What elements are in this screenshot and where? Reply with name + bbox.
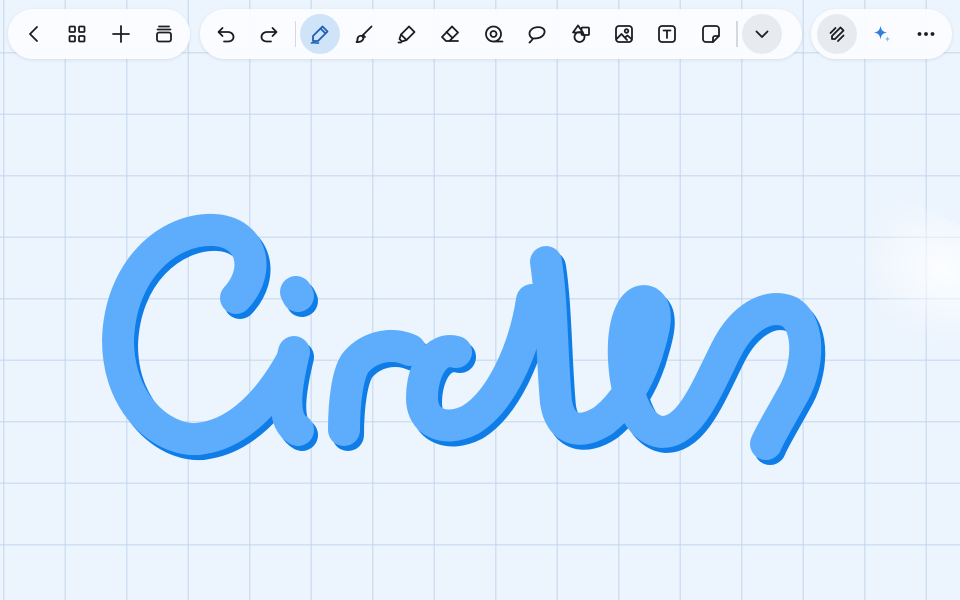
brush-tool-button[interactable]: [344, 14, 384, 54]
pen-settings-button[interactable]: [817, 14, 857, 54]
redo-icon: [260, 27, 278, 43]
image-tool-button[interactable]: [604, 14, 644, 54]
plus-icon: [111, 25, 130, 43]
more-tools-button[interactable]: [741, 14, 782, 54]
grid-icon: [68, 25, 86, 43]
chevron-down-icon: [755, 30, 769, 38]
pages-icon: [156, 25, 172, 43]
eraser-tool-button[interactable]: [430, 14, 470, 54]
tape-tool-button[interactable]: [474, 14, 514, 54]
tape-icon: [484, 25, 504, 43]
sparkle-icon: [873, 25, 890, 42]
text-box-tool-button[interactable]: [647, 14, 687, 54]
highlighter-tool-button[interactable]: [387, 14, 427, 54]
text-box-icon: [658, 25, 677, 43]
note-canvas[interactable]: [0, 0, 960, 600]
image-icon: [615, 25, 633, 43]
sticky-note-tool-button[interactable]: [691, 14, 731, 54]
lasso-icon: [528, 26, 546, 44]
drawing-toolbar: [200, 9, 802, 59]
undo-button[interactable]: [206, 14, 246, 54]
more-icon: [917, 32, 935, 36]
back-icon: [29, 26, 38, 42]
sticky-note-icon: [701, 25, 720, 43]
pages-button[interactable]: [144, 14, 184, 54]
toolbar-divider: [294, 21, 297, 47]
add-page-button[interactable]: [101, 14, 141, 54]
pen-tool-button[interactable]: [300, 14, 341, 54]
undo-icon: [217, 27, 235, 43]
more-options-button[interactable]: [906, 14, 946, 54]
ai-assist-button[interactable]: [862, 14, 902, 54]
pen-settings-icon: [829, 26, 845, 42]
highlighter-icon: [397, 25, 416, 44]
navigation-toolbar: [8, 9, 190, 59]
handwriting-strokes: [102, 213, 826, 465]
grid-button[interactable]: [57, 14, 97, 54]
ink-main: [102, 213, 822, 460]
pen-icon: [310, 25, 329, 44]
brush-icon: [355, 25, 373, 43]
toolbar-divider: [736, 21, 738, 47]
back-button[interactable]: [14, 14, 54, 54]
redo-button[interactable]: [249, 14, 289, 54]
lasso-tool-button[interactable]: [517, 14, 557, 54]
options-toolbar: [811, 9, 952, 59]
shapes-icon: [571, 24, 590, 43]
eraser-icon: [441, 25, 460, 42]
shapes-tool-button[interactable]: [561, 14, 601, 54]
